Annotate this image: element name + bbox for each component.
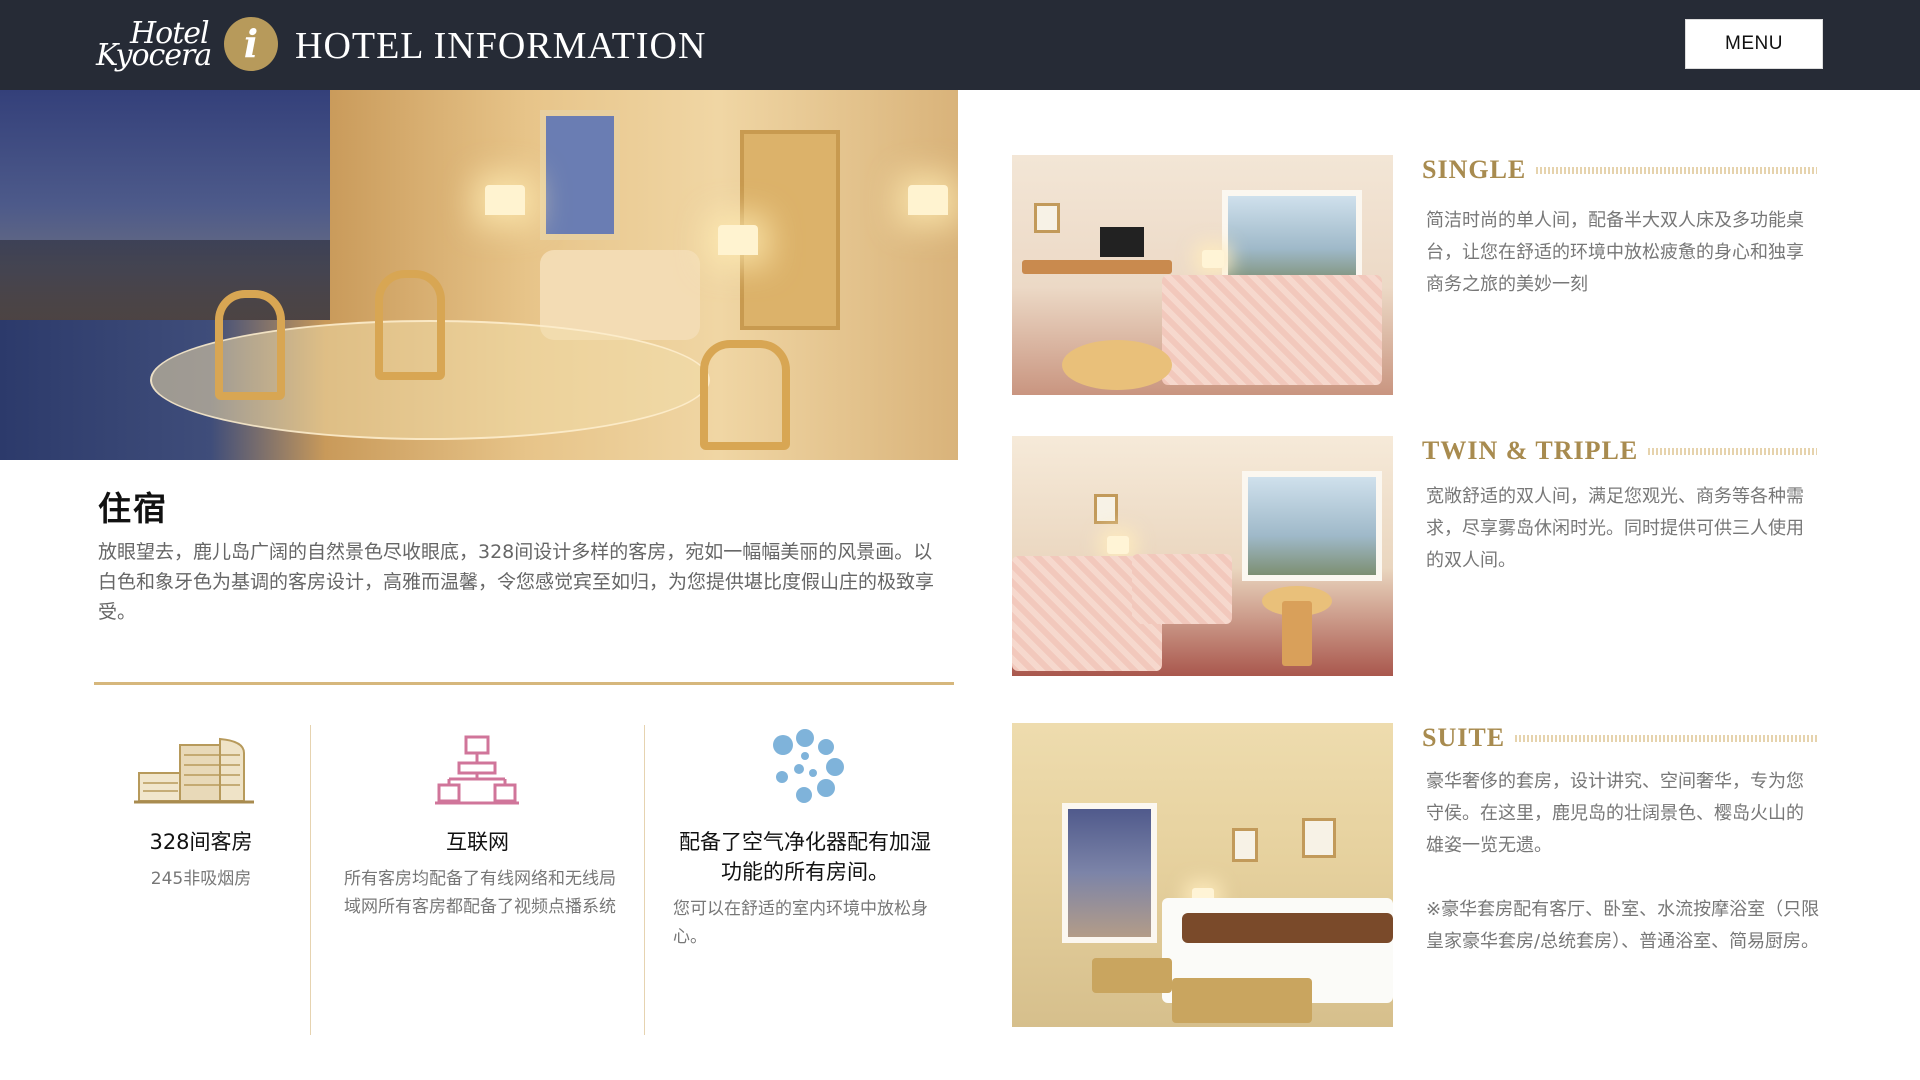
- section-description: 放眼望去，鹿儿岛广阔的自然景色尽收眼底，328间设计多样的客房，宛如一幅幅美丽的…: [98, 541, 935, 623]
- hero-chair: [215, 290, 285, 400]
- hero-night-window: [0, 90, 330, 320]
- photo-desk: [1022, 260, 1172, 274]
- photo-frame: [1232, 828, 1258, 862]
- header-bar: Hotel Kyocera i HOTEL INFORMATION MENU: [0, 0, 1920, 90]
- room-name: SUITE: [1422, 723, 1506, 752]
- twin-room-photo: [1012, 436, 1393, 676]
- hero-window: [540, 110, 620, 240]
- room-description: 宽敞舒适的双人间，满足您观光、商务等各种需求，尽享雾岛休闲时光。同时提供可供三人…: [1426, 486, 1804, 571]
- feature-rooms: 328间客房 245非吸烟房: [94, 725, 308, 1035]
- hero-chair: [700, 340, 790, 450]
- photo-bench: [1092, 958, 1172, 993]
- room-title-rule: [1648, 447, 1817, 455]
- info-icon: i: [224, 17, 278, 71]
- hero-lamp: [908, 185, 948, 215]
- info-glyph: i: [243, 21, 259, 66]
- room-title-rule: [1515, 734, 1817, 742]
- photo-bed-runner: [1182, 913, 1393, 943]
- feature-title: 328间客房: [149, 830, 253, 854]
- room-description: 豪华奢侈的套房，设计讲究、空间奢华，专为您守侯。在这里，鹿児岛的壮阔景色、樱岛火…: [1426, 771, 1804, 856]
- room-description: 简洁时尚的单人间，配备半大双人床及多功能桌台，让您在舒适的环境中放松疲惫的身心和…: [1426, 210, 1804, 295]
- room-title-twin: TWIN & TRIPLE: [1422, 436, 1817, 466]
- single-room-photo: [1012, 155, 1393, 395]
- photo-bed: [1162, 275, 1382, 385]
- room-title-single: SINGLE: [1422, 155, 1817, 185]
- photo-window: [1242, 471, 1382, 581]
- room-note: ※豪华套房配有客厅、卧室、水流按摩浴室（只限皇家豪华套房/总统套房）、普通浴室、…: [1426, 899, 1820, 952]
- hero-lamp: [718, 225, 758, 255]
- feature-title: 互联网: [446, 830, 509, 854]
- network-icon: [435, 735, 519, 805]
- hero-lamp: [485, 185, 525, 215]
- feature-subtitle: 245非吸烟房: [150, 869, 252, 889]
- room-name: TWIN & TRIPLE: [1422, 436, 1639, 465]
- photo-window: [1062, 803, 1157, 943]
- photo-tv: [1100, 227, 1144, 257]
- feature-internet: 互联网 所有客房均配备了有线网络和无线局域网所有客房都配备了视频点播系统: [311, 725, 644, 1035]
- photo-lamp: [1107, 536, 1129, 554]
- photo-frame: [1302, 818, 1336, 858]
- hotel-building-icon: [134, 737, 254, 804]
- feature-air-purifier: 配备了空气净化器配有加湿功能的所有房间。 您可以在舒适的室内环境中放松身心。: [645, 725, 965, 1035]
- gold-divider: [94, 682, 954, 685]
- hero-room-photo: [0, 90, 958, 460]
- feature-title: 配备了空气净化器配有加湿功能的所有房间。: [679, 830, 931, 884]
- photo-table: [1062, 340, 1172, 390]
- feature-subtitle: 所有客房均配备了有线网络和无线局域网所有客房都配备了视频点播系统: [344, 869, 616, 917]
- suite-room-photo: [1012, 723, 1393, 1027]
- room-name: SINGLE: [1422, 155, 1527, 184]
- photo-frame: [1034, 203, 1060, 233]
- room-title-suite: SUITE: [1422, 723, 1817, 753]
- logo-text-kyocera: Kyocera: [96, 38, 212, 73]
- hotel-logo[interactable]: Hotel Kyocera: [96, 14, 214, 76]
- page-title: HOTEL INFORMATION: [295, 25, 707, 67]
- photo-table-leg: [1282, 601, 1312, 666]
- menu-button[interactable]: MENU: [1685, 19, 1823, 69]
- room-title-rule: [1536, 166, 1817, 174]
- hero-chair: [375, 270, 445, 380]
- photo-frame: [1094, 494, 1118, 524]
- photo-bed: [1132, 554, 1232, 624]
- photo-lamp: [1202, 250, 1224, 268]
- feature-subtitle: 您可以在舒适的室内环境中放松身心。: [673, 899, 928, 947]
- photo-bench: [1172, 978, 1312, 1023]
- section-title: 住宿: [98, 489, 168, 528]
- air-purifier-icon: [773, 729, 844, 803]
